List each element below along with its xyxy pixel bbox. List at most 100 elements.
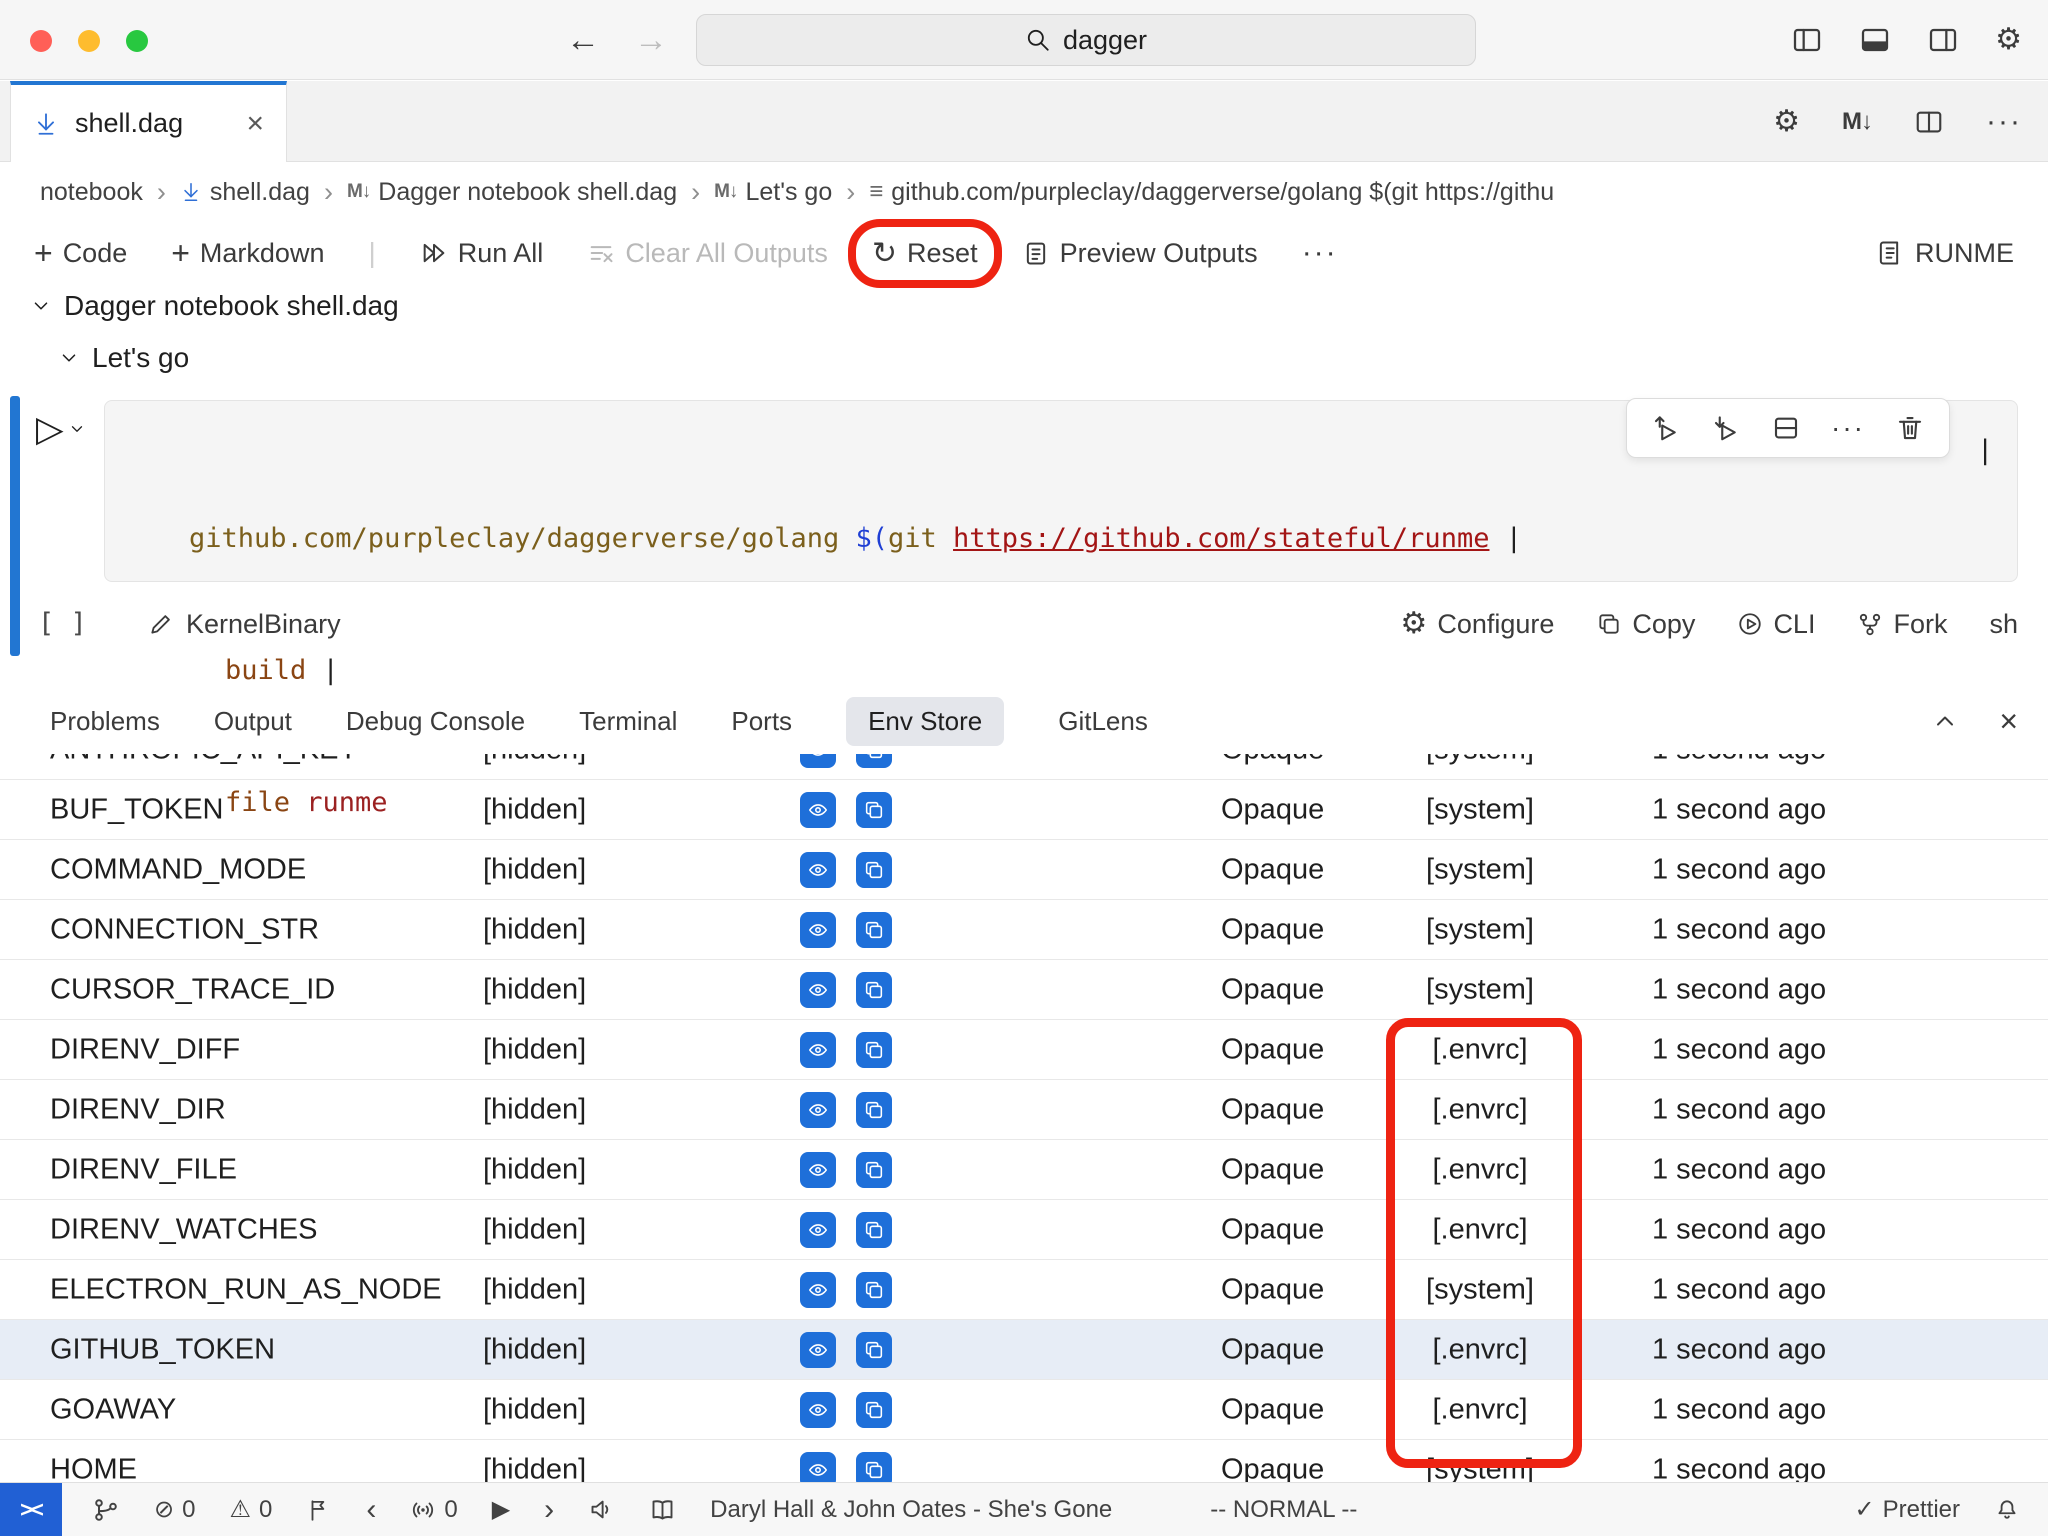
copy-value-button[interactable] xyxy=(856,1392,892,1428)
reset-button[interactable]: ↻ Reset xyxy=(872,236,978,271)
env-store-table[interactable]: ANTHROPIC_API_KEY [hidden] Opaque [syste… xyxy=(0,754,2048,1482)
zoom-window-button[interactable] xyxy=(126,30,148,52)
copy-value-button[interactable] xyxy=(856,754,892,768)
add-code-cell-button[interactable]: + Code xyxy=(34,235,127,272)
reveal-value-button[interactable] xyxy=(800,792,836,828)
run-cell-button[interactable]: ▷ xyxy=(36,408,86,450)
formatter-status[interactable]: ✓ Prettier xyxy=(1855,1495,1960,1524)
breadcrumb-notebook[interactable]: notebook xyxy=(40,178,143,207)
table-row[interactable]: ANTHROPIC_API_KEY [hidden] Opaque [syste… xyxy=(0,754,2048,780)
copy-value-button[interactable] xyxy=(856,1212,892,1248)
reveal-value-button[interactable] xyxy=(800,852,836,888)
export-markdown-icon[interactable]: M↓ xyxy=(1842,108,1872,136)
tab-problems[interactable]: Problems xyxy=(50,706,160,737)
copy-value-button[interactable] xyxy=(856,1332,892,1368)
notebook-settings-gear-icon[interactable]: ⚙ xyxy=(1773,107,1800,137)
table-row[interactable]: DIRENV_WATCHES [hidden] Opaque [.envrc] … xyxy=(0,1200,2048,1260)
tab-debug-console[interactable]: Debug Console xyxy=(346,706,525,737)
reveal-value-button[interactable] xyxy=(800,754,836,768)
reveal-value-button[interactable] xyxy=(800,1392,836,1428)
history-forward-button[interactable]: → xyxy=(634,21,668,60)
flag-icon[interactable] xyxy=(306,1497,332,1523)
tab-terminal[interactable]: Terminal xyxy=(579,706,677,737)
configure-button[interactable]: ⚙ Configure xyxy=(1400,609,1554,640)
run-all-button[interactable]: Run All xyxy=(420,238,544,269)
reveal-value-button[interactable] xyxy=(800,912,836,948)
command-center-search[interactable]: dagger xyxy=(696,14,1476,66)
code-link[interactable]: https://github.com/stateful/runme xyxy=(953,523,1489,554)
run-cells-below-icon[interactable] xyxy=(1711,413,1741,443)
section-title-row[interactable]: Let's go xyxy=(58,342,189,374)
toggle-sidebar-left-icon[interactable] xyxy=(1791,24,1823,56)
copy-value-button[interactable] xyxy=(856,1092,892,1128)
table-row[interactable]: DIRENV_DIR [hidden] Opaque [.envrc] 1 se… xyxy=(0,1080,2048,1140)
panel-collapse-chevron-icon[interactable] xyxy=(1931,707,1959,735)
tab-ports[interactable]: Ports xyxy=(731,706,792,737)
copy-value-button[interactable] xyxy=(856,972,892,1008)
table-row[interactable]: ELECTRON_RUN_AS_NODE [hidden] Opaque [sy… xyxy=(0,1260,2048,1320)
copy-value-button[interactable] xyxy=(856,1452,892,1483)
copy-value-button[interactable] xyxy=(856,792,892,828)
cell-language-label[interactable]: sh xyxy=(1989,609,2018,640)
tab-env-store[interactable]: Env Store xyxy=(846,697,1004,746)
table-row[interactable]: DIRENV_FILE [hidden] Opaque [.envrc] 1 s… xyxy=(0,1140,2048,1200)
kernel-selector[interactable]: KernelBinary xyxy=(148,609,341,640)
history-back-button[interactable]: ← xyxy=(566,21,600,60)
close-window-button[interactable] xyxy=(30,30,52,52)
vim-mode-indicator[interactable]: -- NORMAL -- xyxy=(1210,1496,1357,1524)
chevron-down-icon[interactable] xyxy=(30,295,52,317)
reveal-value-button[interactable] xyxy=(800,1212,836,1248)
run-options-chevron-icon[interactable] xyxy=(68,420,86,438)
bell-icon[interactable] xyxy=(1994,1497,2020,1523)
runme-button[interactable]: RUNME xyxy=(1875,238,2014,269)
error-count[interactable]: ⊘ 0 xyxy=(154,1495,195,1524)
table-row[interactable]: CONNECTION_STR [hidden] Opaque [system] … xyxy=(0,900,2048,960)
table-row[interactable]: GITHUB_TOKEN [hidden] Opaque [.envrc] 1 … xyxy=(0,1320,2048,1380)
copy-value-button[interactable] xyxy=(856,912,892,948)
chevron-down-icon[interactable] xyxy=(58,347,80,369)
cli-button[interactable]: CLI xyxy=(1737,609,1815,640)
settings-gear-icon[interactable]: ⚙ xyxy=(1995,25,2022,55)
minimize-window-button[interactable] xyxy=(78,30,100,52)
table-row[interactable]: GOAWAY [hidden] Opaque [.envrc] 1 second… xyxy=(0,1380,2048,1440)
source-control-icon[interactable] xyxy=(92,1496,120,1524)
toolbar-more-actions[interactable]: ··· xyxy=(1302,236,1338,270)
broadcast-count[interactable]: 0 xyxy=(410,1496,457,1524)
fork-button[interactable]: Fork xyxy=(1857,609,1947,640)
now-playing-song[interactable]: Daryl Hall & John Oates - She's Gone xyxy=(710,1496,1112,1524)
run-cells-above-icon[interactable] xyxy=(1651,413,1681,443)
copy-value-button[interactable] xyxy=(856,1272,892,1308)
notebook-title-row[interactable]: Dagger notebook shell.dag xyxy=(30,290,399,322)
split-cell-icon[interactable] xyxy=(1771,413,1801,443)
copy-value-button[interactable] xyxy=(856,1032,892,1068)
speaker-icon[interactable] xyxy=(588,1496,615,1523)
close-tab-icon[interactable]: × xyxy=(246,107,264,141)
table-row[interactable]: CURSOR_TRACE_ID [hidden] Opaque [system]… xyxy=(0,960,2048,1020)
warning-count[interactable]: ⚠ 0 xyxy=(229,1495,272,1524)
table-row[interactable]: DIRENV_DIFF [hidden] Opaque [.envrc] 1 s… xyxy=(0,1020,2048,1080)
breadcrumb-section[interactable]: M↓ Let's go xyxy=(714,178,832,207)
run-status-play-icon[interactable]: ▶ xyxy=(492,1495,510,1524)
breadcrumb-cell[interactable]: ≡ github.com/purpleclay/daggerverse/gola… xyxy=(869,178,1554,207)
reveal-value-button[interactable] xyxy=(800,1152,836,1188)
delete-cell-icon[interactable] xyxy=(1895,413,1925,443)
cell-more-actions-icon[interactable]: ··· xyxy=(1831,412,1865,444)
tab-gitlens[interactable]: GitLens xyxy=(1058,706,1148,737)
book-icon[interactable] xyxy=(649,1496,676,1523)
reveal-value-button[interactable] xyxy=(800,1452,836,1483)
copy-value-button[interactable] xyxy=(856,852,892,888)
split-editor-icon[interactable] xyxy=(1914,107,1944,137)
reveal-value-button[interactable] xyxy=(800,1032,836,1068)
panel-close-icon[interactable]: × xyxy=(1999,703,2018,740)
toggle-panel-icon[interactable] xyxy=(1859,24,1891,56)
breadcrumb-notebook-title[interactable]: M↓ Dagger notebook shell.dag xyxy=(347,178,677,207)
tab-output[interactable]: Output xyxy=(214,706,292,737)
clear-all-outputs-button[interactable]: Clear All Outputs xyxy=(587,238,828,269)
reveal-value-button[interactable] xyxy=(800,1092,836,1128)
copy-button[interactable]: Copy xyxy=(1596,609,1695,640)
table-row[interactable]: BUF_TOKEN [hidden] Opaque [system] 1 sec… xyxy=(0,780,2048,840)
add-markdown-cell-button[interactable]: + Markdown xyxy=(171,235,324,272)
toggle-sidebar-right-icon[interactable] xyxy=(1927,24,1959,56)
previous-cell-chevron-icon[interactable]: ‹ xyxy=(366,1493,376,1527)
remote-indicator[interactable]: >< xyxy=(0,1483,62,1536)
